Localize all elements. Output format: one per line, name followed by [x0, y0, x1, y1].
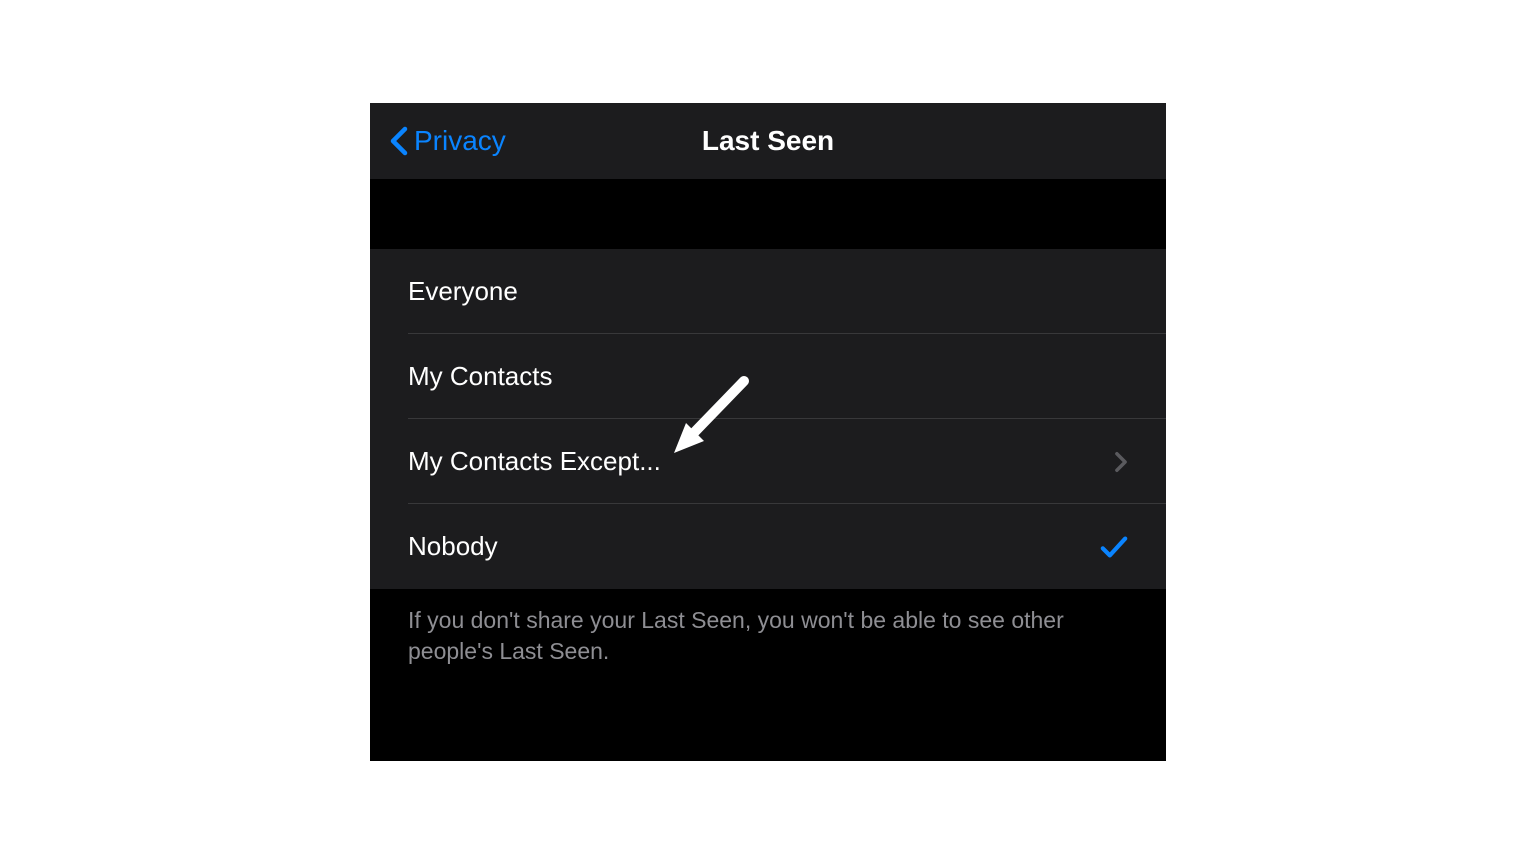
option-my-contacts[interactable]: My Contacts — [370, 334, 1166, 419]
navigation-bar: Privacy Last Seen — [370, 103, 1166, 179]
options-list: Everyone My Contacts My Contacts Except.… — [370, 249, 1166, 589]
option-label: My Contacts Except... — [408, 446, 661, 477]
chevron-left-icon — [390, 126, 408, 156]
spacer — [370, 179, 1166, 249]
option-label: Nobody — [408, 531, 498, 562]
option-everyone[interactable]: Everyone — [370, 249, 1166, 334]
option-label: Everyone — [408, 276, 518, 307]
back-button[interactable]: Privacy — [390, 125, 506, 157]
chevron-right-icon — [1114, 451, 1128, 473]
back-label: Privacy — [414, 125, 506, 157]
option-my-contacts-except[interactable]: My Contacts Except... — [370, 419, 1166, 504]
option-label: My Contacts — [408, 361, 553, 392]
option-nobody[interactable]: Nobody — [370, 504, 1166, 589]
footer-description: If you don't share your Last Seen, you w… — [370, 589, 1166, 683]
settings-screen: Privacy Last Seen LWABETAINFO Everyone M… — [370, 103, 1166, 761]
checkmark-icon — [1100, 534, 1128, 560]
